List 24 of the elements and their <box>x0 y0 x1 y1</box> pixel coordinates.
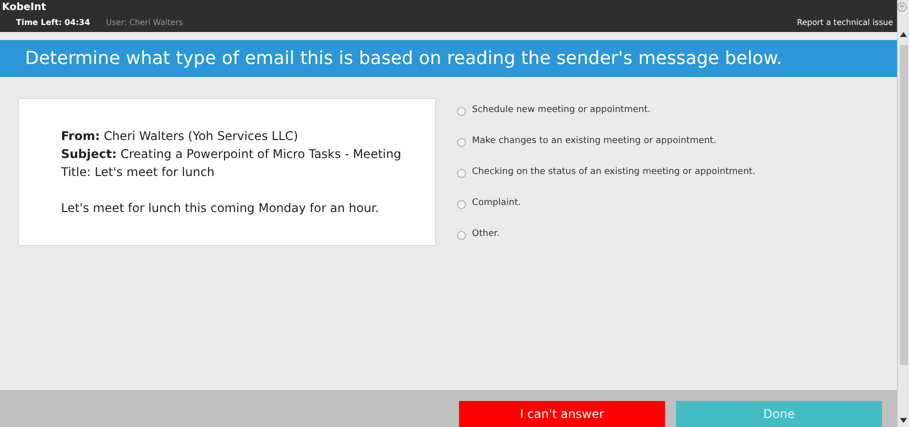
answer-option[interactable]: Other. <box>457 228 756 242</box>
radio-button[interactable] <box>457 168 466 178</box>
answer-option[interactable]: Make changes to an existing meeting or appointment. <box>457 135 756 149</box>
answer-option[interactable]: Complaint. <box>457 197 756 211</box>
app-name: KobeInt <box>2 1 48 15</box>
scroll-thumb[interactable] <box>900 45 908 365</box>
email-from: From: Cheri Walters (Yoh Services LLC) <box>61 128 300 145</box>
report-link[interactable]: Report a technical issue <box>797 17 893 29</box>
radio-button[interactable] <box>457 230 466 240</box>
time-left: Time Left: 04:34 <box>16 17 92 29</box>
scroll-down-icon[interactable] <box>900 418 907 423</box>
radio-button[interactable] <box>457 200 466 208</box>
cant-answer-button[interactable]: I can't answer <box>459 401 665 427</box>
answer-option[interactable]: Schedule new meeting or appointment. <box>457 104 756 118</box>
email-body: Let's meet for lunch this coming Monday for an hour. <box>61 200 380 217</box>
user-name: User: Cheri Walters <box>106 17 184 29</box>
answer-option[interactable]: Checking on the status of an existing meeting or appointment. <box>457 166 756 180</box>
upload-icon[interactable] <box>897 2 907 12</box>
radio-button[interactable] <box>457 138 466 146</box>
email-subject: Subject: Creating a Powerpoint of Micro Tasks - Meeting Title: Let's meet for lunch <box>61 146 402 181</box>
radio-button[interactable] <box>457 106 466 116</box>
question-title: Determine what type of email this is based on reading the sender's message below. <box>25 47 782 71</box>
scrollbar[interactable] <box>897 0 909 427</box>
scroll-up-icon[interactable] <box>900 32 907 37</box>
